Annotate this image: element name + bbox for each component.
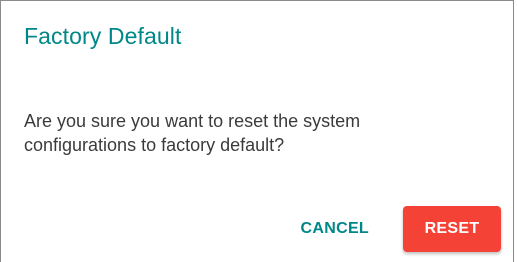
dialog-message: Are you sure you want to reset the syste…	[24, 111, 361, 155]
dialog-title: Factory Default	[24, 23, 182, 49]
cancel-button[interactable]: CANCEL	[293, 207, 377, 251]
reset-button[interactable]: RESET	[403, 206, 501, 252]
dialog-actions: CANCEL RESET	[293, 206, 501, 252]
factory-default-dialog: Factory Default Are you sure you want to…	[0, 0, 514, 262]
